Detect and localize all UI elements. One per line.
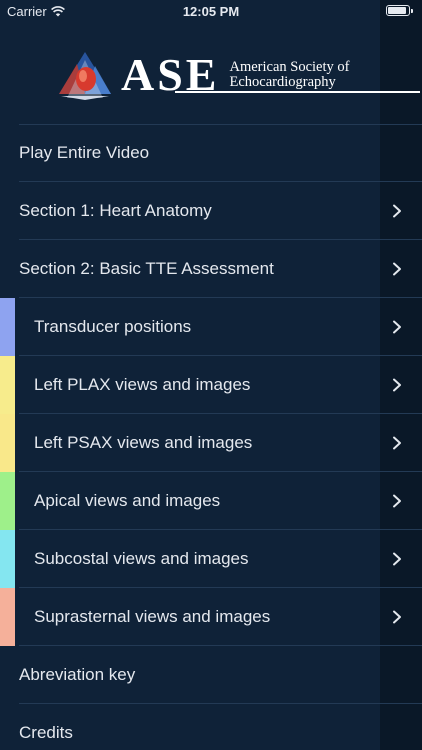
menu-item-label: Apical views and images	[34, 491, 221, 510]
menu-item-3[interactable]: Transducer positions	[0, 298, 422, 356]
logo-underline	[175, 91, 420, 93]
menu-item-6[interactable]: Apical views and images	[0, 472, 422, 530]
chevron-right-icon	[393, 552, 401, 566]
menu-item-label: Transducer positions	[34, 317, 192, 336]
menu-item-2[interactable]: Section 2: Basic TTE Assessment	[0, 240, 422, 298]
section-color-bar	[0, 414, 15, 472]
menu-item-label: Credits	[19, 723, 73, 742]
ase-logo: ASE American Society of Echocardiography	[55, 40, 420, 110]
menu-item-label: Suprasternal views and images	[34, 607, 271, 626]
menu-item-label: Section 1: Heart Anatomy	[19, 201, 212, 220]
menu-item-label: Section 2: Basic TTE Assessment	[19, 259, 274, 278]
status-bar: Carrier 12:05 PM	[0, 0, 422, 22]
chevron-right-icon	[393, 320, 401, 334]
section-color-bar	[0, 530, 15, 588]
menu-item-4[interactable]: Left PLAX views and images	[0, 356, 422, 414]
menu-item-10[interactable]: Credits	[0, 704, 422, 750]
menu-item-5[interactable]: Left PSAX views and images	[0, 414, 422, 472]
menu-item-label: Abreviation key	[19, 665, 136, 684]
section-color-bar	[0, 298, 15, 356]
menu-item-1[interactable]: Section 1: Heart Anatomy	[0, 182, 422, 240]
menu-item-9[interactable]: Abreviation key	[0, 646, 422, 704]
menu-screen: Carrier 12:05 PM ASE American Society of…	[0, 0, 422, 750]
chevron-right-icon	[393, 610, 401, 624]
status-time: 12:05 PM	[182, 4, 240, 19]
logo-line1: American Society of	[229, 59, 350, 75]
menu-item-label: Play Entire Video	[19, 143, 150, 162]
chevron-right-icon	[393, 436, 401, 450]
section-color-bar	[0, 472, 15, 530]
menu-item-label: Left PLAX views and images	[34, 375, 251, 394]
chevron-right-icon	[393, 494, 401, 508]
main-menu: Play Entire Video Section 1: Heart Anatom…	[0, 124, 422, 750]
menu-item-7[interactable]: Subcostal views and images	[0, 530, 422, 588]
ase-heart-logo-icon	[59, 52, 111, 100]
logo-line2: Echocardiography	[229, 74, 336, 90]
chevron-right-icon	[393, 262, 401, 276]
menu-item-label: Left PSAX views and images	[34, 433, 253, 452]
logo-full-name: American Society of Echocardiography	[229, 60, 349, 90]
chevron-right-icon	[393, 204, 401, 218]
section-color-bar	[0, 588, 15, 646]
section-color-bar	[0, 356, 15, 414]
battery-icon	[386, 5, 413, 16]
menu-item-8[interactable]: Suprasternal views and images	[0, 588, 422, 646]
menu-item-0[interactable]: Play Entire Video	[0, 124, 422, 182]
menu-item-label: Subcostal views and images	[34, 549, 249, 568]
chevron-right-icon	[393, 378, 401, 392]
